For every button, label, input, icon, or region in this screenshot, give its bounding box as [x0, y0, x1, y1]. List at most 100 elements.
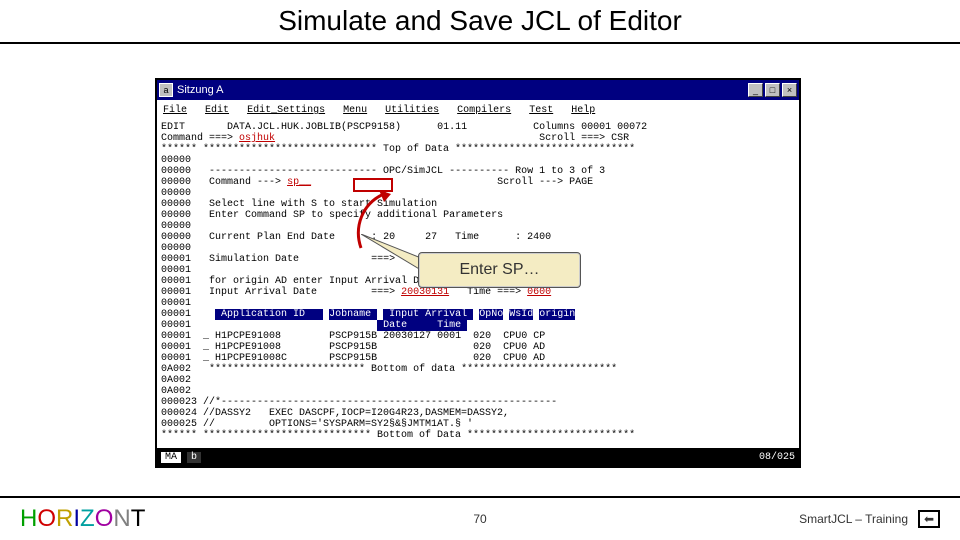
sim-label: Simulation Date	[209, 254, 299, 265]
cped-time-label: Time	[455, 232, 479, 243]
logo: HORIZONT	[20, 505, 145, 533]
scroll-val: CSR	[611, 133, 629, 144]
menubar: File Edit Edit_Settings Menu Utilities C…	[157, 100, 799, 120]
ln: 00000	[161, 210, 191, 221]
ln: 00001	[161, 276, 191, 287]
app-icon: a	[159, 83, 173, 97]
th-ws: WsId	[509, 309, 533, 320]
columns: Columns 00001 00072	[533, 122, 647, 133]
callout-box: Enter SP…	[418, 252, 581, 288]
row0-app: H1PCPE91008	[215, 331, 281, 342]
menu-file[interactable]: File	[163, 105, 187, 116]
titlebar: a Sitzung A _ □ ×	[157, 80, 799, 100]
cped-label: Current Plan End Date	[209, 232, 335, 243]
row2-op: 020	[473, 353, 491, 364]
top-of-data: ****** ***************************** Top…	[161, 144, 635, 155]
iad-time[interactable]: 0600	[527, 287, 551, 298]
panel-scroll: PAGE	[569, 177, 593, 188]
ln: 00001	[161, 320, 191, 331]
ln: 00001	[161, 309, 191, 320]
maximize-button[interactable]: □	[765, 83, 780, 97]
help1: Select line with S to start Simulation	[209, 199, 437, 210]
row0-ws: CPU0	[503, 331, 527, 342]
row0-op: 020	[473, 331, 491, 342]
bottom-sep: ************************** Bottom of dat…	[209, 364, 617, 375]
menu-utilities[interactable]: Utilities	[385, 105, 439, 116]
inner-cmd-input[interactable]: sp__	[287, 177, 311, 188]
row2-org: AD	[533, 353, 545, 364]
sb-b: b	[187, 452, 201, 463]
th-job: Jobname	[329, 309, 377, 320]
ln: 0A002	[161, 375, 191, 386]
row1-ws: CPU0	[503, 342, 527, 353]
scroll-label: Scroll ===>	[539, 133, 605, 144]
tail2: 000025 // OPTIONS='SYSPARM=SY2§&§JMTM1AT…	[161, 419, 473, 430]
statusbar: MA b 08/025	[157, 448, 799, 466]
slide-title: Simulate and Save JCL of Editor	[0, 5, 960, 37]
menu-help[interactable]: Help	[571, 105, 595, 116]
row2-job: PSCP915B	[329, 353, 377, 364]
row1-job: PSCP915B	[329, 342, 377, 353]
terminal-body[interactable]: EDIT DATA.JCL.HUK.JOBLIB(PSCP9158) 01.11…	[157, 120, 799, 466]
panel-row: Row 1 to 3 of 3	[515, 166, 605, 177]
window-title: Sitzung A	[177, 84, 223, 96]
version: 01.11	[437, 122, 467, 133]
ln: 00001	[161, 298, 191, 309]
tail1: 000024 //DASSY2 EXEC DASCPF,IOCP=I20G4R2…	[161, 408, 509, 419]
row2-app: H1PCPE91008C	[215, 353, 287, 364]
menu-edit[interactable]: Edit	[205, 105, 229, 116]
cmd-label: Command ===>	[161, 133, 233, 144]
inner-cmd-label: Command --->	[209, 177, 281, 188]
ln: 00001	[161, 265, 191, 276]
nav-prev-button[interactable]: ⬅	[918, 510, 940, 528]
footer-right-text: SmartJCL – Training	[799, 512, 908, 526]
th-op: OpNo	[479, 309, 503, 320]
ln: 0A002	[161, 386, 191, 397]
close-button[interactable]: ×	[782, 83, 797, 97]
menu-compilers[interactable]: Compilers	[457, 105, 511, 116]
row1-op: 020	[473, 342, 491, 353]
ln: 00000	[161, 232, 191, 243]
ln: 00001	[161, 331, 191, 342]
iad-date[interactable]: 20030131	[401, 287, 449, 298]
ln: 00000	[161, 188, 191, 199]
menu-editset[interactable]: Edit_Settings	[247, 105, 325, 116]
row2-ws: CPU0	[503, 353, 527, 364]
th-arr: Input Arrival	[383, 309, 473, 320]
ln: 00000	[161, 199, 191, 210]
th-arr2: Date Time	[377, 320, 467, 331]
ln: 00000	[161, 177, 191, 188]
row0-time: 0001	[437, 331, 461, 342]
ln: 00001	[161, 287, 191, 298]
footer: HORIZONT 70 SmartJCL – Training ⬅	[0, 496, 960, 540]
th-app: Application ID	[215, 309, 323, 320]
th-org: origin	[539, 309, 575, 320]
ln: 00000	[161, 221, 191, 232]
sb-ma: MA	[161, 452, 181, 463]
ln: 00000	[161, 155, 191, 166]
ln: 00001	[161, 353, 191, 364]
dataset-name: DATA.JCL.HUK.JOBLIB(PSCP9158)	[227, 122, 401, 133]
tail0: 000023 //*------------------------------…	[161, 397, 557, 408]
tail3: ****** **************************** Bott…	[161, 430, 635, 441]
menu-test[interactable]: Test	[529, 105, 553, 116]
ln: 00001	[161, 342, 191, 353]
row0-job: PSCP915B	[329, 331, 377, 342]
menu-menu[interactable]: Menu	[343, 105, 367, 116]
row0-org: CP	[533, 331, 545, 342]
cped-time: 2400	[527, 232, 551, 243]
row1-app: H1PCPE91008	[215, 342, 281, 353]
row1-org: AD	[533, 342, 545, 353]
panel-title: OPC/SimJCL	[383, 166, 443, 177]
ln: 00001	[161, 254, 191, 265]
page-number: 70	[473, 512, 486, 526]
row0-date: 20030127	[383, 331, 431, 342]
title-divider	[0, 42, 960, 44]
cmd-input[interactable]: osjhuk	[239, 133, 275, 144]
edit-label: EDIT	[161, 122, 185, 133]
sb-pos: 08/025	[759, 452, 795, 463]
minimize-button[interactable]: _	[748, 83, 763, 97]
arrow-left-icon: ⬅	[924, 512, 934, 526]
callout-text: Enter SP…	[459, 261, 539, 279]
ln: 00000	[161, 243, 191, 254]
